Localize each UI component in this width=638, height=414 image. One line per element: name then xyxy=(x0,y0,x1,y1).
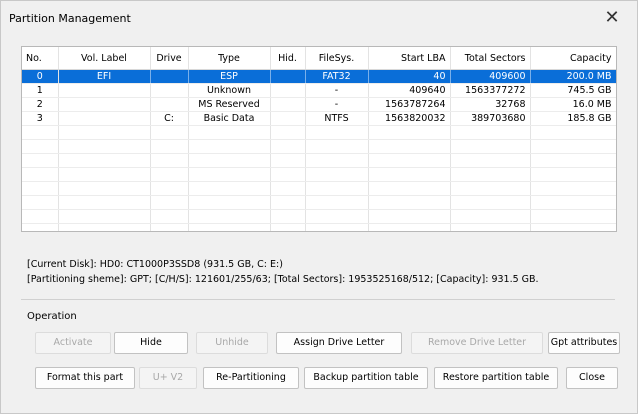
table-row[interactable]: 0 EFI ESP FAT32 40 409600 200.0 MB xyxy=(22,69,616,84)
column-header-total-sectors[interactable]: Total Sectors xyxy=(450,47,531,70)
current-disk-label: [Current Disk]: xyxy=(27,259,97,270)
cell-hid xyxy=(270,97,306,112)
cell-vol-label xyxy=(58,111,151,126)
current-disk-value: HD0: CT1000P3SSD8 (931.5 GB, C: E:) xyxy=(99,259,283,270)
cell-vol-label xyxy=(58,97,151,112)
dialog-title: Partition Management xyxy=(9,12,131,25)
unhide-button[interactable]: Unhide xyxy=(196,332,268,354)
cell-hid xyxy=(270,69,306,84)
partitioning-scheme-label: [Partitioning sheme]: xyxy=(27,274,127,285)
close-button[interactable]: Close xyxy=(566,367,618,389)
divider xyxy=(21,299,615,300)
empty-row xyxy=(22,209,616,224)
hide-button[interactable]: Hide xyxy=(114,332,188,354)
cell-filesys: - xyxy=(305,83,369,98)
remove-drive-letter-button[interactable]: Remove Drive Letter xyxy=(411,332,543,354)
cell-filesys: NTFS xyxy=(305,111,369,126)
close-icon[interactable]: ✕ xyxy=(601,7,623,29)
cell-type: ESP xyxy=(188,69,271,84)
partitioning-scheme-line: [Partitioning sheme]: GPT; [C/H/S]: 1216… xyxy=(27,274,539,285)
column-header-no[interactable]: No. xyxy=(22,47,59,70)
empty-row xyxy=(22,167,616,182)
activate-button[interactable]: Activate xyxy=(35,332,111,354)
table-row[interactable]: 1 Unknown - 409640 1563377272 745.5 GB xyxy=(22,83,616,98)
column-header-type[interactable]: Type xyxy=(188,47,271,70)
column-header-drive[interactable]: Drive xyxy=(150,47,189,70)
partition-table: No. Vol. Label Drive Type Hid. FileSys. … xyxy=(21,46,617,232)
column-header-hid[interactable]: Hid. xyxy=(270,47,306,70)
empty-row xyxy=(22,153,616,168)
operation-group-label: Operation xyxy=(27,311,77,322)
title-bar: Partition Management ✕ xyxy=(1,1,637,35)
empty-row xyxy=(22,181,616,196)
cell-no: 2 xyxy=(22,97,59,112)
empty-row xyxy=(22,195,616,210)
cell-drive xyxy=(150,69,189,84)
table-row[interactable]: 3 C: Basic Data NTFS 1563820032 38970368… xyxy=(22,111,616,126)
cell-no: 1 xyxy=(22,83,59,98)
cell-start-lba: 40 xyxy=(368,69,451,84)
cell-start-lba: 1563820032 xyxy=(368,111,451,126)
cell-no: 0 xyxy=(22,69,59,84)
table-row[interactable]: 2 MS Reserved - 1563787264 32768 16.0 MB xyxy=(22,97,616,112)
cell-capacity: 745.5 GB xyxy=(530,83,616,98)
cell-capacity: 200.0 MB xyxy=(530,69,616,84)
empty-row xyxy=(22,125,616,140)
restore-partition-table-button[interactable]: Restore partition table xyxy=(434,367,558,389)
empty-row xyxy=(22,139,616,154)
cell-type: Unknown xyxy=(188,83,271,98)
column-header-start-lba[interactable]: Start LBA xyxy=(368,47,451,70)
cell-vol-label: EFI xyxy=(58,69,151,84)
cell-filesys: FAT32 xyxy=(305,69,369,84)
column-header-filesys[interactable]: FileSys. xyxy=(305,47,369,70)
cell-start-lba: 1563787264 xyxy=(368,97,451,112)
current-disk-line: [Current Disk]: HD0: CT1000P3SSD8 (931.5… xyxy=(27,259,283,270)
cell-drive: C: xyxy=(150,111,189,126)
cell-no: 3 xyxy=(22,111,59,126)
cell-vol-label xyxy=(58,83,151,98)
format-this-part-button[interactable]: Format this part xyxy=(35,367,135,389)
cell-drive xyxy=(150,97,189,112)
gpt-attributes-button[interactable]: Gpt attributes xyxy=(548,332,620,354)
cell-type: MS Reserved xyxy=(188,97,271,112)
partition-management-dialog: Partition Management ✕ No. Vol. Label Dr… xyxy=(0,0,638,414)
re-partitioning-button[interactable]: Re-Partitioning xyxy=(203,367,299,389)
cell-hid xyxy=(270,111,306,126)
cell-capacity: 16.0 MB xyxy=(530,97,616,112)
cell-start-lba: 409640 xyxy=(368,83,451,98)
backup-partition-table-button[interactable]: Backup partition table xyxy=(304,367,428,389)
column-header-vol-label[interactable]: Vol. Label xyxy=(58,47,151,70)
cell-total-sectors: 389703680 xyxy=(450,111,531,126)
cell-filesys: - xyxy=(305,97,369,112)
cell-total-sectors: 32768 xyxy=(450,97,531,112)
cell-drive xyxy=(150,83,189,98)
cell-total-sectors: 409600 xyxy=(450,69,531,84)
cell-capacity: 185.8 GB xyxy=(530,111,616,126)
column-header-capacity[interactable]: Capacity xyxy=(530,47,616,70)
cell-hid xyxy=(270,83,306,98)
table-header-row: No. Vol. Label Drive Type Hid. FileSys. … xyxy=(22,47,616,70)
cell-type: Basic Data xyxy=(188,111,271,126)
assign-drive-letter-button[interactable]: Assign Drive Letter xyxy=(276,332,402,354)
disk-geometry-details: [C/H/S]: 121601/255/63; [Total Sectors]:… xyxy=(155,274,539,285)
partitioning-scheme-value: GPT; xyxy=(129,274,152,285)
u-v2-button[interactable]: U+ V2 xyxy=(139,367,197,389)
cell-total-sectors: 1563377272 xyxy=(450,83,531,98)
disk-info-panel: [Current Disk]: HD0: CT1000P3SSD8 (931.5… xyxy=(21,239,615,295)
empty-row xyxy=(22,223,616,231)
